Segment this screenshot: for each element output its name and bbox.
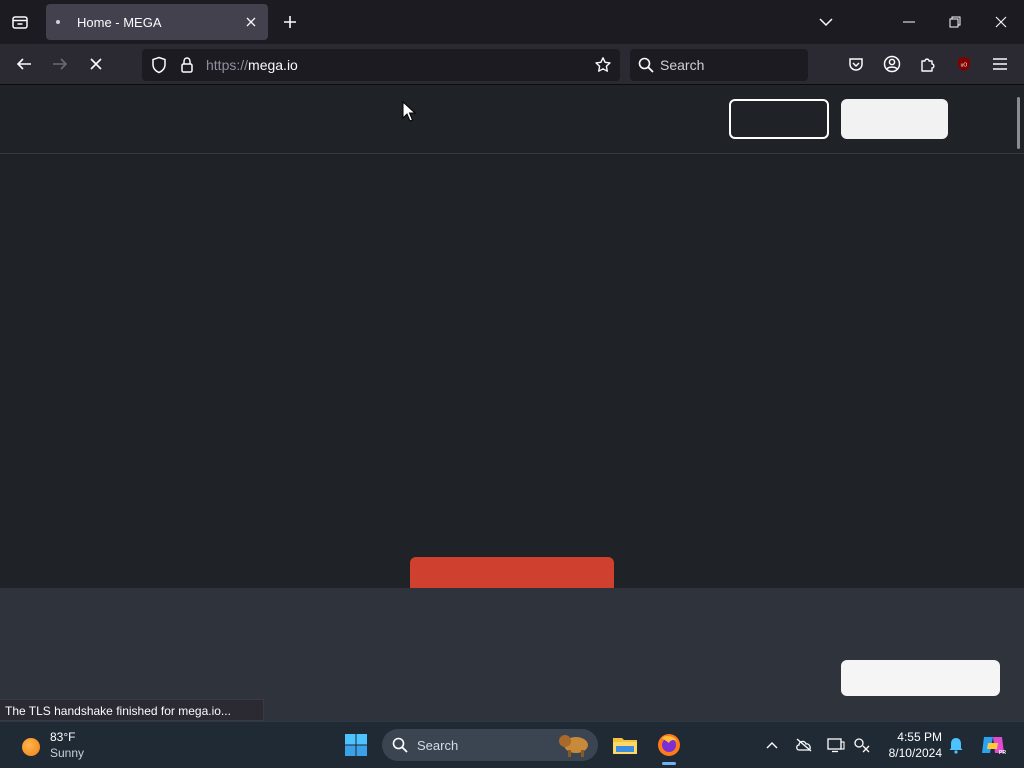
svg-text:uO: uO [961, 63, 968, 69]
puzzle-piece-icon [921, 58, 935, 72]
search-bar[interactable]: Search [630, 49, 808, 81]
browser-tab-strip: Home - MEGA [0, 0, 1024, 44]
address-bar[interactable]: https://mega.io [142, 49, 620, 81]
tab-list-button[interactable] [8, 10, 32, 34]
folder-icon [613, 738, 637, 754]
network-disconnected-icon [854, 738, 870, 753]
stop-loading-button[interactable] [84, 52, 108, 76]
plus-icon [284, 16, 296, 28]
taskbar-search-box[interactable]: Search [382, 729, 598, 761]
url-scheme: https:// [206, 57, 249, 73]
active-app-indicator [662, 762, 676, 765]
tab-close-button[interactable] [242, 13, 260, 31]
close-icon [995, 16, 1007, 28]
onedrive-tray-button[interactable] [794, 735, 814, 755]
weather-widget[interactable]: 83°F Sunny [18, 730, 98, 762]
forward-button[interactable] [48, 52, 72, 76]
search-icon [638, 57, 654, 73]
ublock-origin-icon: uO [958, 57, 970, 71]
extensions-button[interactable] [916, 52, 940, 76]
search-placeholder: Search [660, 57, 705, 73]
start-button[interactable] [341, 730, 371, 760]
site-header [0, 85, 1024, 154]
file-explorer-button[interactable] [610, 730, 640, 760]
taskbar-search-placeholder: Search [417, 738, 459, 753]
copilot-icon: PRE [982, 737, 1006, 756]
stop-icon [90, 58, 102, 70]
tab-home-mega[interactable]: Home - MEGA [46, 4, 268, 40]
monitor-icon [827, 738, 845, 753]
url-text[interactable]: https://mega.io [206, 57, 298, 73]
chevron-up-icon [766, 742, 778, 749]
tab-loading-icon [56, 20, 60, 24]
sun-icon [22, 738, 40, 756]
firefox-taskbar-button[interactable] [654, 730, 684, 760]
display-tray-button[interactable] [826, 735, 846, 755]
account-icon [883, 55, 901, 73]
browser-nav-bar: https://mega.io Search uO [0, 44, 1024, 85]
lock-icon[interactable] [180, 56, 194, 74]
url-host: mega.io [248, 57, 298, 73]
svg-text:PRE: PRE [999, 750, 1006, 756]
windows-logo-icon [345, 734, 367, 756]
bell-icon [949, 738, 963, 754]
header-solid-button[interactable] [841, 99, 948, 139]
header-outline-button[interactable] [729, 99, 829, 139]
pocket-icon [849, 58, 863, 71]
windows-taskbar: 83°F Sunny Search 4:55 PM 8/10/2024 PR [0, 721, 1024, 768]
close-icon [246, 17, 256, 27]
hamburger-menu-icon [993, 58, 1007, 70]
mouse-cursor-icon [402, 101, 416, 122]
restore-icon [949, 16, 961, 28]
status-panel: The TLS handshake finished for mega.io..… [0, 699, 264, 721]
screen: Home - MEGA https://mega.io Search uO Th… [0, 0, 1024, 768]
clock-date: 8/10/2024 [888, 746, 942, 760]
arrow-right-icon [53, 58, 68, 70]
tracking-protection-shield-icon[interactable] [151, 56, 167, 74]
app-menu-button[interactable] [988, 52, 1012, 76]
minimize-button[interactable] [886, 0, 932, 44]
account-button[interactable] [880, 52, 904, 76]
list-all-tabs-button[interactable] [814, 10, 838, 34]
page-viewport: The TLS handshake finished for mega.io..… [0, 85, 1024, 721]
weather-temperature: 83°F [50, 730, 76, 744]
taskbar-clock[interactable]: 4:55 PM 8/10/2024 [880, 729, 942, 761]
show-hidden-icons-button[interactable] [762, 735, 782, 755]
page-scrollbar-thumb[interactable] [1017, 97, 1020, 149]
back-button[interactable] [12, 52, 36, 76]
lion-search-highlight-icon [559, 735, 588, 757]
network-tray-button[interactable] [852, 735, 872, 755]
new-tab-button[interactable] [278, 10, 302, 34]
pocket-button[interactable] [844, 52, 868, 76]
chevron-down-icon [819, 18, 833, 27]
search-icon [392, 737, 408, 753]
minimize-icon [903, 21, 915, 23]
firefox-icon [658, 734, 680, 756]
restore-button[interactable] [932, 0, 978, 44]
close-window-button[interactable] [978, 0, 1024, 44]
bookmark-star-icon[interactable] [594, 56, 612, 74]
copilot-button[interactable]: PRE [978, 730, 1008, 760]
tab-list-icon [12, 16, 28, 29]
clock-time: 4:55 PM [897, 730, 942, 744]
tab-title: Home - MEGA [77, 15, 162, 30]
weather-condition: Sunny [50, 746, 85, 760]
cloud-offline-icon [796, 738, 812, 752]
arrow-left-icon [16, 58, 31, 70]
cookie-banner-button[interactable] [841, 660, 1000, 696]
notifications-button[interactable] [946, 735, 966, 755]
ublock-origin-button[interactable]: uO [952, 52, 976, 76]
